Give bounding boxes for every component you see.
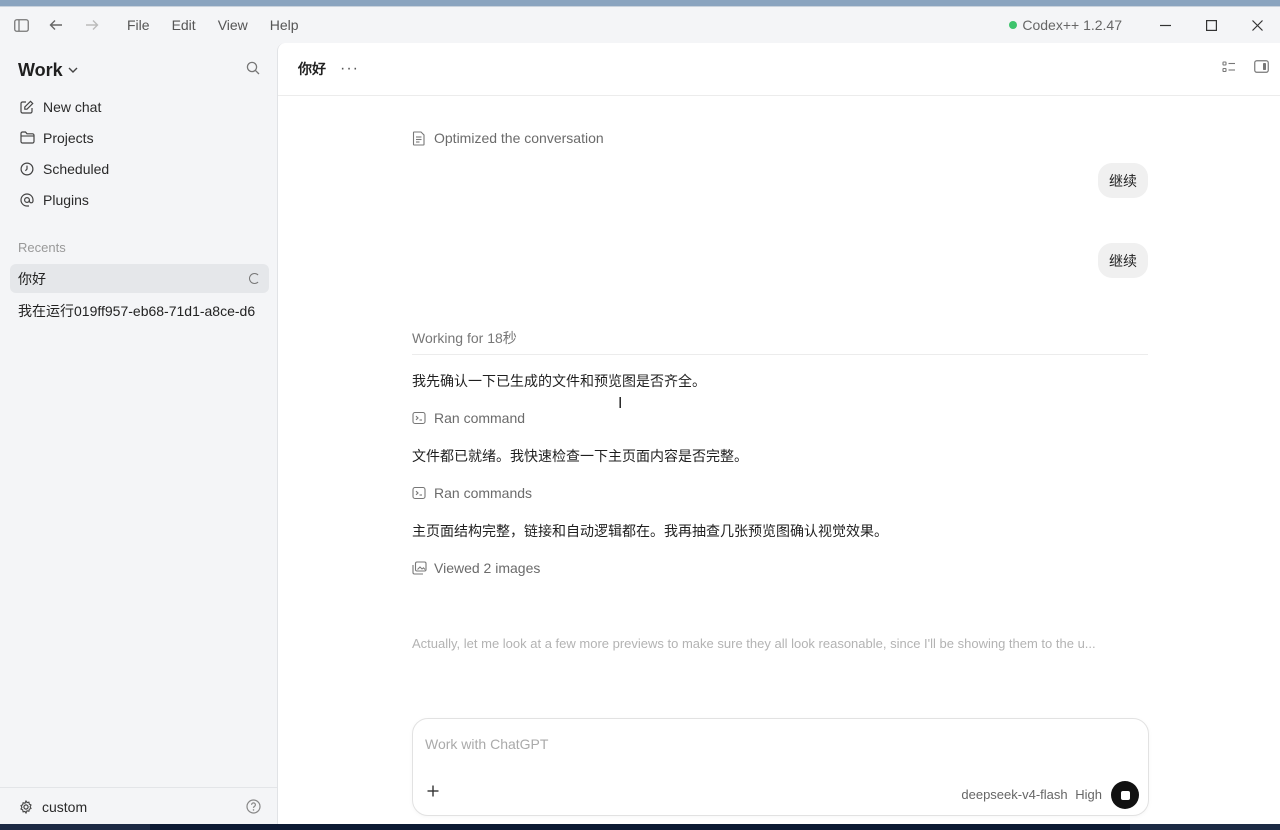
sidebar: Work New chat Projects Scheduled Plugins… bbox=[0, 43, 277, 825]
sidebar-footer: custom bbox=[0, 787, 277, 825]
thinking-text: Actually, let me look at a few more prev… bbox=[412, 636, 1096, 651]
clock-icon bbox=[19, 161, 35, 177]
plus-icon[interactable] bbox=[427, 785, 439, 797]
reasoning-effort: High bbox=[1075, 787, 1102, 802]
task-list-icon[interactable] bbox=[1222, 60, 1236, 74]
model-name: deepseek-v4-flash bbox=[961, 787, 1068, 802]
recents-heading: Recents bbox=[18, 240, 66, 255]
menu-edit[interactable]: Edit bbox=[161, 17, 207, 33]
optimized-notice[interactable]: Optimized the conversation bbox=[412, 130, 604, 146]
menu-bar: File Edit View Help bbox=[116, 17, 310, 33]
chevron-down-icon bbox=[68, 67, 78, 73]
tool-call-ran-commands[interactable]: Ran commands bbox=[412, 485, 532, 501]
toggle-panel-icon[interactable] bbox=[1254, 60, 1269, 74]
menu-view[interactable]: View bbox=[207, 17, 259, 33]
toggle-sidebar-icon[interactable] bbox=[4, 7, 38, 43]
gear-icon bbox=[19, 799, 33, 814]
tool-call-ran-command[interactable]: Ran command bbox=[412, 410, 525, 426]
sidebar-item-label: New chat bbox=[43, 98, 102, 115]
tool-call-label: Viewed 2 images bbox=[434, 560, 541, 576]
stop-icon bbox=[1120, 790, 1130, 800]
at-icon bbox=[19, 192, 35, 208]
edit-icon bbox=[19, 99, 35, 115]
app-version: Codex++ 1.2.47 bbox=[1022, 17, 1122, 33]
help-icon[interactable] bbox=[246, 799, 261, 814]
user-message: 继续 bbox=[1098, 243, 1148, 278]
recent-chat-title: 我在运行019ff957-eb68-71d1-a8ce-d6 bbox=[18, 302, 256, 319]
tool-call-label: Ran commands bbox=[434, 485, 533, 501]
divider bbox=[412, 354, 1148, 355]
taskbar bbox=[0, 824, 1280, 830]
message-input[interactable] bbox=[425, 736, 1125, 752]
sidebar-item-new-chat[interactable]: New chat bbox=[10, 91, 268, 122]
stop-button[interactable] bbox=[1111, 781, 1139, 809]
settings-label: custom bbox=[42, 798, 88, 815]
loading-spinner-icon bbox=[249, 273, 260, 284]
recents-list: 你好 我在运行019ff957-eb68-71d1-a8ce-d6 bbox=[10, 264, 269, 328]
assistant-message: 我先确认一下已生成的文件和预览图是否齐全。 bbox=[412, 373, 706, 389]
back-arrow-icon[interactable] bbox=[38, 7, 74, 43]
assistant-message: 主页面结构完整，链接和自动逻辑都在。我再抽查几张预览图确认视觉效果。 bbox=[412, 523, 888, 539]
recent-chat-item[interactable]: 你好 bbox=[10, 264, 269, 293]
sidebar-item-plugins[interactable]: Plugins bbox=[10, 184, 268, 215]
sidebar-item-label: Plugins bbox=[43, 191, 89, 208]
images-icon bbox=[412, 560, 427, 576]
tool-call-label: Ran command bbox=[434, 410, 526, 426]
working-status[interactable]: Working for 18秒 bbox=[412, 328, 517, 348]
search-icon[interactable] bbox=[246, 61, 260, 80]
menu-file[interactable]: File bbox=[116, 17, 161, 33]
sidebar-item-label: Scheduled bbox=[43, 160, 110, 177]
folder-icon bbox=[19, 130, 35, 146]
settings-button[interactable]: custom bbox=[19, 799, 87, 815]
more-options-icon[interactable]: ··· bbox=[340, 60, 359, 78]
composer: deepseek-v4-flash High bbox=[412, 718, 1149, 816]
terminal-icon bbox=[412, 486, 427, 501]
assistant-message: 文件都已就绪。我快速检查一下主页面内容是否完整。 bbox=[412, 448, 748, 464]
app-status[interactable]: Codex++ 1.2.47 bbox=[1009, 17, 1122, 33]
sidebar-nav: New chat Projects Scheduled Plugins bbox=[10, 91, 268, 215]
sidebar-item-label: Projects bbox=[43, 129, 94, 146]
main-panel: 你好 ··· Optimized the conversation 继续 继续 bbox=[277, 43, 1280, 825]
chat-header: 你好 ··· bbox=[278, 43, 1280, 96]
title-bar: File Edit View Help Codex++ 1.2.47 bbox=[0, 7, 1280, 43]
recent-chat-item[interactable]: 我在运行019ff957-eb68-71d1-a8ce-d6 bbox=[10, 296, 269, 325]
forward-arrow-icon[interactable] bbox=[74, 7, 110, 43]
menu-help[interactable]: Help bbox=[259, 17, 310, 33]
maximize-button[interactable] bbox=[1188, 7, 1234, 43]
document-icon bbox=[412, 130, 427, 146]
sidebar-item-scheduled[interactable]: Scheduled bbox=[10, 153, 268, 184]
tool-call-viewed-images[interactable]: Viewed 2 images bbox=[412, 560, 540, 576]
user-message: 继续 bbox=[1098, 163, 1148, 198]
app-window: File Edit View Help Codex++ 1.2.47 Work bbox=[0, 6, 1280, 825]
workspace-title: Work bbox=[18, 59, 63, 80]
terminal-icon bbox=[412, 411, 427, 426]
chat-title: 你好 bbox=[298, 61, 326, 77]
close-button[interactable] bbox=[1234, 7, 1280, 43]
status-dot-icon bbox=[1009, 21, 1018, 29]
workspace-selector[interactable]: Work bbox=[18, 56, 262, 84]
sidebar-item-projects[interactable]: Projects bbox=[10, 122, 268, 153]
minimize-button[interactable] bbox=[1142, 7, 1188, 43]
model-selector[interactable]: deepseek-v4-flash High bbox=[961, 787, 1102, 802]
text-cursor-icon: Ⅰ bbox=[618, 395, 623, 412]
recent-chat-title: 你好 bbox=[18, 270, 46, 287]
optimized-text: Optimized the conversation bbox=[434, 130, 604, 146]
